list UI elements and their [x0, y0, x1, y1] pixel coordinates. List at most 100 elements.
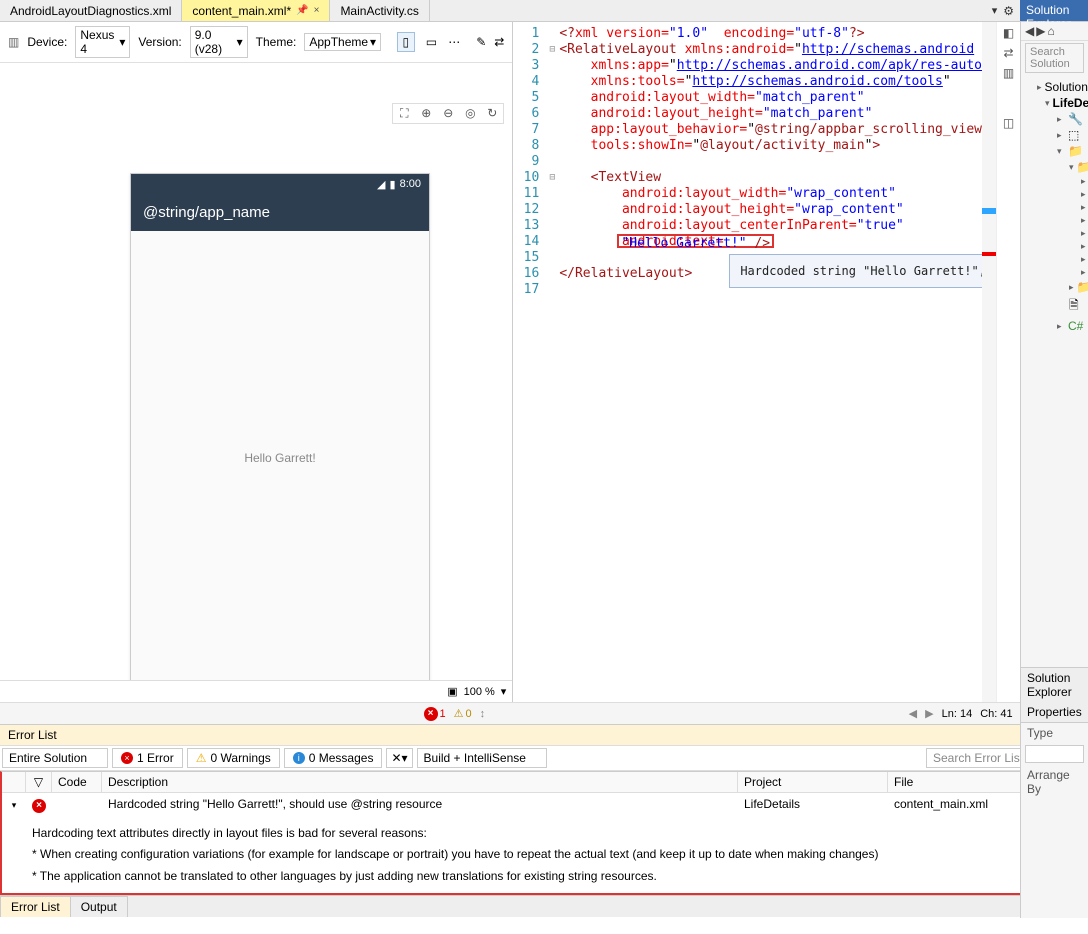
warning-icon: ⚠ — [454, 707, 464, 720]
split-icon[interactable]: ⇄ — [494, 35, 504, 49]
phone-textview: Hello Garrett! — [131, 231, 429, 680]
col-file[interactable]: File — [888, 772, 1038, 792]
errors-filter[interactable]: ×1 Error — [112, 748, 183, 768]
designer-toolbar: ▥ Device: Nexus 4 ▾ Version: 9.0 (v28) ▾… — [0, 22, 512, 63]
solution-search-input[interactable]: Search Solution — [1025, 43, 1084, 73]
zoom-out-icon[interactable]: ⊖ — [439, 106, 457, 121]
toolbox-icon[interactable]: ▥ — [8, 35, 19, 49]
fit-icon[interactable]: ⛶ — [395, 106, 413, 121]
tab-androidlayoutdiagnostics[interactable]: AndroidLayoutDiagnostics.xml — [0, 0, 182, 21]
forward-icon[interactable]: ▶ — [1036, 24, 1045, 38]
pin-icon[interactable]: 📌 — [296, 5, 308, 16]
tab-content-main[interactable]: content_main.xml*📌× — [182, 0, 330, 21]
gear-icon[interactable]: ⚙ — [1003, 4, 1014, 18]
tab-mainactivity[interactable]: MainActivity.cs — [330, 0, 429, 21]
lightbulb-icon[interactable]: ◧ — [1003, 26, 1014, 40]
warnings-filter[interactable]: ⚠0 Warnings — [187, 748, 280, 768]
split-vert-icon[interactable]: ▥ — [1003, 66, 1014, 80]
theme-dropdown[interactable]: AppTheme ▾ — [304, 33, 381, 51]
build-intellisense-dropdown[interactable]: Build + IntelliSense — [417, 748, 547, 768]
error-icon: × — [424, 707, 438, 721]
landscape-toggle[interactable]: ▭ — [423, 32, 441, 52]
info-toggle-icon[interactable]: ↕ — [480, 708, 486, 720]
solution-explorer-tab[interactable]: Solution Explorer — [1021, 667, 1088, 702]
arrange-by-label[interactable]: Arrange By — [1021, 765, 1088, 799]
close-icon[interactable]: × — [314, 5, 320, 16]
wrench-icon[interactable]: 🔧 — [1068, 112, 1083, 126]
line-numbers: 1234567891011121314151617 — [513, 22, 545, 702]
phone-preview: ◢ ▮ 8:00 @string/app_name Hello Garrett! — [130, 173, 430, 680]
wifi-icon: ◢ — [377, 178, 385, 191]
refresh-icon[interactable]: ↻ — [483, 106, 501, 121]
swap-icon[interactable]: ⇄ — [1003, 46, 1013, 60]
version-dropdown[interactable]: 9.0 (v28) ▾ — [190, 26, 248, 58]
error-list-title: Error List — [8, 728, 57, 742]
error-table: ▽ Code Description Project File Line ▾ ×… — [0, 771, 1088, 895]
messages-filter[interactable]: i0 Messages — [284, 748, 383, 768]
designer-canvas[interactable]: ⛶ ⊕ ⊖ ◎ ↻ ◢ ▮ 8:00 @string/app_name Hell… — [0, 63, 512, 680]
version-label: Version: — [138, 35, 181, 49]
solution-explorer-toolbar: ◀ ▶ ⌂ — [1021, 22, 1088, 41]
error-detail: Hardcoding text attributes directly in l… — [2, 817, 1086, 894]
document-tabs: AndroidLayoutDiagnostics.xml content_mai… — [0, 0, 1088, 22]
code-editor[interactable]: 1234567891011121314151617 ⊟⊟ <?xml versi… — [513, 22, 1020, 702]
info-icon: i — [293, 752, 305, 764]
col-code[interactable]: Code — [52, 772, 102, 792]
solution-node[interactable]: Solution — [1045, 80, 1088, 94]
csharp-icon[interactable]: C# — [1068, 319, 1083, 333]
zoom-in-icon[interactable]: ⊕ — [417, 106, 435, 121]
overflow-menu-icon[interactable]: ▾ — [992, 4, 998, 17]
collapse-icon[interactable]: ◫ — [1003, 116, 1014, 130]
brush-icon[interactable]: ✎ — [476, 35, 486, 49]
actual-size-icon[interactable]: ◎ — [461, 106, 479, 121]
error-row[interactable]: ▾ × Hardcoded string "Hello Garrett!", s… — [2, 793, 1086, 817]
project-node[interactable]: LifeDetails — [1053, 96, 1088, 110]
properties-title: Properties — [1021, 702, 1088, 723]
nav-next-icon[interactable]: ▶ — [925, 707, 933, 720]
filter-icon[interactable]: ▽ — [34, 775, 43, 789]
editor-margin-icons: ◧ ⇄ ▥ ◫ — [996, 22, 1020, 702]
refs-icon[interactable]: ⬚ — [1068, 128, 1079, 142]
tab-errorlist[interactable]: Error List — [0, 896, 71, 917]
code-text[interactable]: <?xml version="1.0" encoding="utf-8"?><R… — [559, 22, 982, 702]
error-icon: × — [121, 752, 133, 764]
battery-icon: ▮ — [390, 178, 396, 191]
designer-pane: ▥ Device: Nexus 4 ▾ Version: 9.0 (v28) ▾… — [0, 22, 513, 702]
type-input[interactable] — [1025, 745, 1084, 763]
tab-output[interactable]: Output — [70, 896, 128, 917]
col-description[interactable]: Description — [102, 772, 738, 792]
expand-icon[interactable]: ▣ — [447, 685, 457, 698]
folder-icon[interactable]: 📁 — [1077, 280, 1088, 294]
expand-toggle[interactable]: ▾ — [12, 800, 17, 810]
col-project[interactable]: Project — [738, 772, 888, 792]
overview-ruler[interactable] — [982, 22, 996, 702]
file-icon[interactable]: 🗎 — [1069, 296, 1079, 317]
code-fold-column[interactable]: ⊟⊟ — [545, 22, 559, 702]
theme-label: Theme: — [256, 35, 297, 49]
warning-icon: ⚠ — [196, 751, 207, 765]
solution-explorer-title: Solution Explorer — [1020, 0, 1088, 21]
scope-dropdown[interactable]: Entire Solution — [2, 748, 108, 768]
phone-appbar: @string/app_name — [131, 194, 429, 231]
phone-statusbar: ◢ ▮ 8:00 — [131, 174, 429, 194]
back-icon[interactable]: ◀ — [1025, 24, 1034, 38]
portrait-toggle[interactable]: ▯ — [397, 32, 415, 52]
phone-time: 8:00 — [400, 178, 421, 190]
error-list-panel: Error List ▾ 📌 × Entire Solution ×1 Erro… — [0, 724, 1088, 895]
properties-panel: Properties Type Arrange By — [1020, 702, 1088, 918]
designer-status-bar: ▣ 100 % ▾ — [0, 680, 512, 702]
type-label: Type — [1021, 723, 1088, 743]
folder-icon[interactable]: 📁 — [1077, 160, 1088, 174]
solution-explorer-panel: ◀ ▶ ⌂ Search Solution ▸Solution ▾LifeDet… — [1020, 22, 1088, 702]
nav-prev-icon[interactable]: ◀ — [909, 707, 917, 720]
solution-tree[interactable]: ▸Solution ▾LifeDetails ▸🔧 ▸⬚ ▾📁 ▾📁 ▸ ▸ ▸… — [1021, 75, 1088, 667]
bottom-tabs: Error List Output — [0, 895, 1088, 917]
filter-icon-button[interactable]: ✕▾ — [386, 748, 412, 768]
editor-status-bar: × 1 ⚠ 0 ↕ ◀ ▶ Ln: 14 Ch: 41 SPC CRLF — [0, 702, 1088, 724]
error-icon: × — [32, 799, 46, 813]
zoom-value[interactable]: 100 % — [464, 686, 495, 698]
folder-icon[interactable]: 📁 — [1068, 144, 1083, 158]
more-icon[interactable]: ⋯ — [448, 35, 460, 49]
home-icon[interactable]: ⌂ — [1047, 24, 1054, 38]
device-dropdown[interactable]: Nexus 4 ▾ — [75, 26, 130, 58]
